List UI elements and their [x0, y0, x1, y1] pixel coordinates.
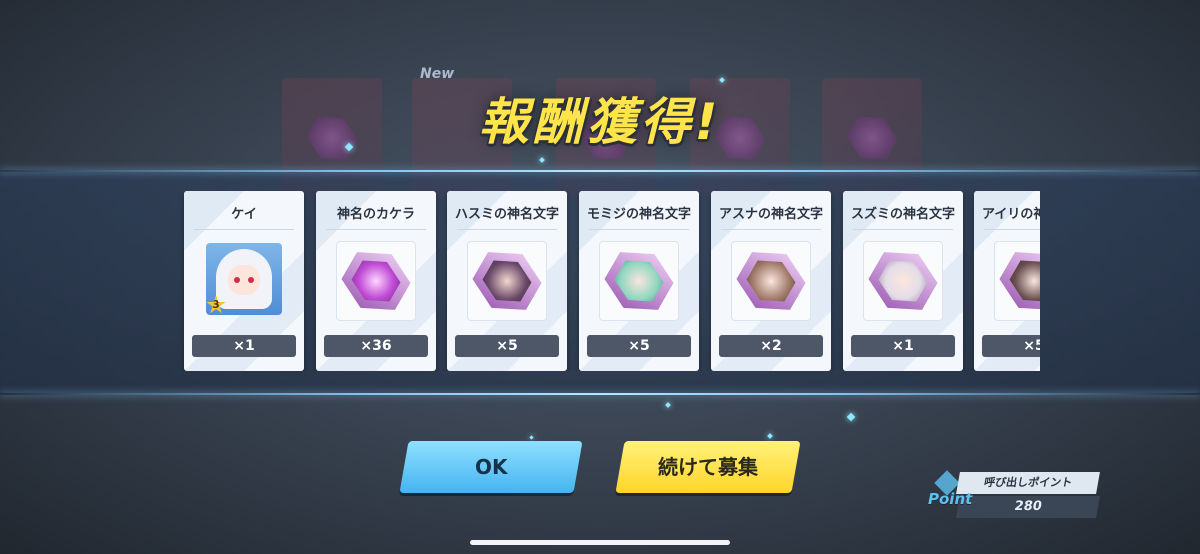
continue-recruit-button[interactable]: 続けて募集	[615, 441, 801, 493]
new-label: New	[420, 66, 455, 82]
card-divider	[194, 229, 294, 230]
card-divider	[721, 229, 821, 230]
band-top-line	[0, 170, 1200, 172]
reward-card[interactable]: モミジの神名文字 ×5	[579, 191, 699, 371]
reward-thumbnail	[599, 241, 679, 321]
card-divider	[457, 229, 557, 230]
reward-name: ケイ	[231, 207, 257, 222]
band-bottom-line	[0, 393, 1200, 395]
home-indicator[interactable]	[470, 540, 730, 545]
sparkle-icon	[846, 412, 856, 422]
ok-button[interactable]: OK	[399, 441, 583, 493]
reward-list: ケイ 3 ×1 神名のカケラ ×36 ハスミの神名文字 ×5 モミジの神名文字	[0, 191, 1040, 371]
card-divider	[326, 229, 426, 230]
reward-name: モミジの神名文字	[586, 207, 691, 222]
reward-card[interactable]: ケイ 3 ×1	[184, 191, 304, 371]
reward-name: スズミの神名文字	[850, 207, 955, 222]
reward-title: 報酬獲得!	[478, 93, 722, 151]
point-icon: Point	[928, 490, 973, 508]
reward-count: ×5	[982, 335, 1040, 357]
continue-button-label: 続けて募集	[658, 455, 758, 479]
sparkle-icon	[529, 435, 534, 440]
reward-count: ×5	[455, 335, 559, 357]
point-value: 280	[956, 496, 1100, 518]
reward-card[interactable]: スズミの神名文字 ×1	[843, 191, 963, 371]
reward-count: ×1	[192, 335, 296, 357]
reward-thumbnail	[336, 241, 416, 321]
reward-count: ×1	[851, 335, 955, 357]
portrait-eye	[234, 277, 240, 283]
portrait-face	[228, 265, 260, 295]
sparkle-icon	[539, 157, 545, 163]
reward-name: アスナの神名文字	[718, 207, 823, 222]
recruit-point-box: 呼び出しポイント 280 Point	[928, 470, 1100, 520]
reward-card[interactable]: アスナの神名文字 ×2	[711, 191, 831, 371]
point-label: 呼び出しポイント	[956, 472, 1100, 494]
card-divider	[984, 229, 1040, 230]
reward-name: アイリの神名文字	[982, 207, 1040, 222]
reward-count: ×2	[719, 335, 823, 357]
reward-thumbnail	[994, 241, 1040, 321]
sparkle-icon	[665, 402, 671, 408]
reward-count: ×5	[587, 335, 691, 357]
reward-count: ×36	[324, 335, 428, 357]
ok-button-label: OK	[474, 455, 508, 479]
reward-card[interactable]: アイリの神名文字 ×5	[974, 191, 1040, 371]
reward-thumbnail	[863, 241, 943, 321]
reward-card[interactable]: 神名のカケラ ×36	[316, 191, 436, 371]
reward-thumbnail	[731, 241, 811, 321]
reward-name: ハスミの神名文字	[454, 207, 559, 222]
reward-card[interactable]: ハスミの神名文字 ×5	[447, 191, 567, 371]
portrait-eye	[248, 277, 254, 283]
card-divider	[853, 229, 953, 230]
card-divider	[589, 229, 689, 230]
reward-thumbnail	[467, 241, 547, 321]
sparkle-icon	[767, 433, 773, 439]
reward-name: 神名のカケラ	[336, 207, 415, 222]
